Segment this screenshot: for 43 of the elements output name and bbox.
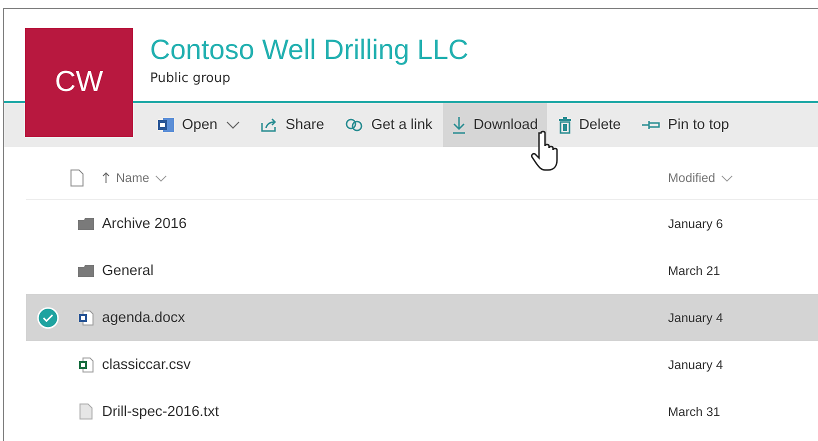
chevron-down-icon xyxy=(721,174,734,182)
word-icon xyxy=(157,117,175,133)
toolbar-button[interactable]: Download xyxy=(443,103,547,147)
file-name: agenda.docx xyxy=(102,310,186,326)
file-name: Archive 2016 xyxy=(102,216,187,232)
modified-date: March 21 xyxy=(668,264,720,278)
link-icon xyxy=(344,118,364,132)
chevron-down-icon xyxy=(155,174,168,182)
share-icon xyxy=(260,117,278,133)
toolbar-button[interactable]: Delete xyxy=(548,103,630,147)
modified-date: March 31 xyxy=(668,404,720,418)
word-file-icon xyxy=(78,310,94,326)
modified-column-header[interactable]: Modified xyxy=(668,171,734,185)
spreadsheet-file-icon xyxy=(78,356,94,372)
file-type-icon xyxy=(70,169,84,187)
trash-icon xyxy=(558,116,572,134)
group-initials: CW xyxy=(54,66,104,99)
modified-date: January 4 xyxy=(668,358,723,372)
file-name: Drill-spec-2016.txt xyxy=(102,404,219,420)
check-circle-icon xyxy=(37,306,59,328)
text-file-icon xyxy=(79,403,93,420)
file-row[interactable]: Drill-spec-2016.txt March 31 xyxy=(26,388,818,435)
group-title: Contoso Well Drilling LLC xyxy=(150,33,468,67)
group-type: Public group xyxy=(150,71,232,86)
toolbar-button[interactable]: Pin to top xyxy=(632,103,738,147)
pin-icon xyxy=(640,119,661,131)
name-column-header[interactable]: Name xyxy=(102,171,168,185)
file-name: classiccar.csv xyxy=(102,356,191,372)
modified-date: January 6 xyxy=(668,216,723,230)
modified-date: January 4 xyxy=(668,310,723,324)
toolbar-button[interactable]: Share xyxy=(251,103,334,147)
file-row[interactable]: agenda.docx January 4 xyxy=(26,294,818,341)
folder-icon xyxy=(78,264,94,276)
file-row[interactable]: General March 21 xyxy=(26,247,818,294)
download-icon xyxy=(452,116,466,134)
file-row[interactable]: classiccar.csv January 4 xyxy=(26,341,818,388)
chevron-down-icon xyxy=(226,121,240,129)
file-row[interactable]: Archive 2016 January 6 xyxy=(26,200,818,247)
sort-up-icon xyxy=(102,172,110,184)
toolbar-button[interactable]: Get a link xyxy=(335,103,442,147)
folder-icon xyxy=(78,218,94,230)
file-name: General xyxy=(102,262,154,278)
toolbar-button[interactable]: Open xyxy=(148,103,250,147)
